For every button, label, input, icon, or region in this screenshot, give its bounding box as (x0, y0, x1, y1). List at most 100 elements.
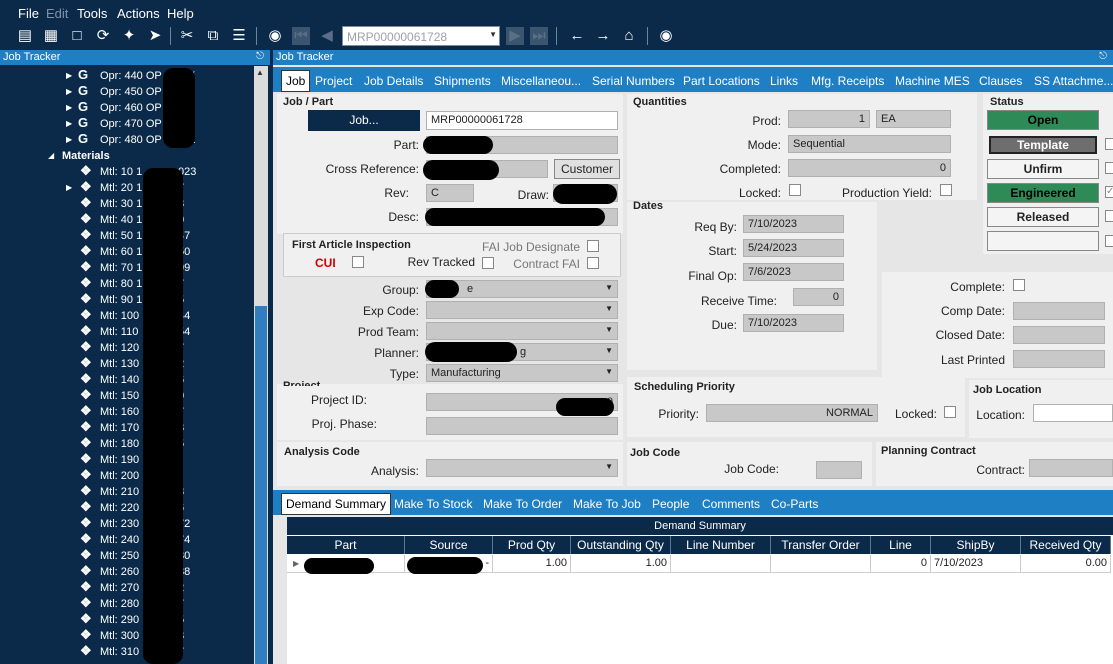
tree-material-item[interactable]: ❖ Mtl: 100 44 (0, 308, 252, 324)
expand-arrow-icon[interactable]: ▶ (66, 183, 72, 192)
new-icon[interactable]: □ (68, 27, 86, 45)
tab-job[interactable]: Job (281, 70, 311, 92)
tab-make-to-job[interactable]: Make To Job (573, 497, 641, 511)
priority-field[interactable]: NORMAL (706, 404, 878, 422)
tree-material-item[interactable]: ❖ Mtl: 60 1 50 (0, 244, 252, 260)
last-record-icon[interactable]: ⏭ (530, 27, 548, 45)
tab-make-to-stock[interactable]: Make To Stock (394, 497, 472, 511)
tab-links[interactable]: Links (770, 74, 798, 88)
complete-checkbox[interactable] (1013, 279, 1025, 291)
job-number-field[interactable]: MRP00000061728 (426, 111, 618, 130)
previous-record-icon[interactable]: ◀ (318, 27, 336, 45)
pin-icon[interactable]: ⎋ (256, 51, 264, 62)
tree-material-item[interactable]: ❖Mtl: 1607 (0, 404, 252, 420)
contract-field[interactable] (1029, 459, 1113, 477)
tree-material-item[interactable]: ❖Mtl: 1805 (0, 436, 252, 452)
analysis-select[interactable]: ▼ (426, 459, 618, 477)
search-icon[interactable]: ◉ (266, 27, 284, 45)
menu-tools[interactable]: Tools (77, 6, 107, 21)
uom-field[interactable]: EA (876, 110, 951, 128)
tab-demand-summary[interactable]: Demand Summary (281, 493, 392, 515)
tree-material-item[interactable]: ❖Mtl: 280 17 (0, 596, 252, 612)
save-icon[interactable]: ➤ (146, 27, 164, 45)
column-header[interactable]: ShipBy (931, 536, 1021, 554)
column-header[interactable]: Source (405, 536, 493, 554)
grid-icon[interactable]: ▦ (42, 27, 60, 45)
tab-serial-numbers[interactable]: Serial Numbers (592, 74, 675, 88)
column-header[interactable]: Transfer Order (771, 536, 871, 554)
type-select[interactable]: Manufacturing ▼ (426, 364, 618, 382)
mode-field[interactable]: Sequential (788, 135, 951, 153)
table-cell-received-qty[interactable]: 0.00 (1021, 555, 1111, 573)
tree-material-item[interactable]: ❖ Mtl: 200 1 (0, 468, 252, 484)
tree-material-item[interactable]: ❖ Mtl: 190 1 (0, 452, 252, 468)
tree-material-item[interactable]: ❖Mtl: 270 12 (0, 580, 252, 596)
status-blank-checkbox[interactable] (1105, 235, 1113, 247)
tree-material-item[interactable]: ❖Mtl: 80 17 (0, 276, 252, 292)
template-checkbox[interactable] (1105, 138, 1113, 150)
due-field[interactable]: 7/10/2023 (743, 314, 844, 332)
expand-arrow-icon[interactable]: ▶ (66, 135, 72, 144)
column-header[interactable]: Prod Qty (493, 536, 571, 554)
expand-arrow-icon[interactable]: ▶ (66, 103, 72, 112)
tree-operation-item[interactable]: ▶ G Opr: 450 OP (0, 84, 252, 100)
back-icon[interactable]: ← (568, 27, 586, 45)
released-checkbox[interactable] (1105, 210, 1113, 222)
contract-fai-checkbox[interactable] (587, 257, 599, 269)
tree-material-item[interactable]: ❖Mtl: 290 15 (0, 612, 252, 628)
tree-material-item[interactable]: ▶❖Mtl: 20 17 (0, 180, 252, 196)
tree-material-item[interactable]: ❖ Mtl: 240 1 74 (0, 532, 252, 548)
scroll-up-icon[interactable]: ▲ (256, 68, 264, 77)
tree-material-item[interactable]: ❖Mtl: 30 13 (0, 196, 252, 212)
proj-phase-field[interactable] (426, 417, 618, 435)
demand-summary-grid[interactable]: Demand Summary Part Source Prod Qty Outstan… (287, 517, 1113, 664)
clear-icon[interactable]: ✦ (120, 27, 138, 45)
status-blank-button[interactable] (987, 231, 1099, 251)
next-record-icon[interactable]: ▶ (506, 27, 524, 45)
tree-operation-item[interactable]: ▶GOpr: 440 OPK (0, 68, 252, 84)
run-icon[interactable]: ◉ (657, 27, 675, 45)
scrollbar-thumb[interactable] (255, 306, 267, 664)
tree-material-item[interactable]: ❖Mtl: 40 10 (0, 212, 252, 228)
tree-material-item[interactable]: ❖ Mtl: 50 1 47 (0, 228, 252, 244)
menu-help[interactable]: Help (167, 6, 194, 21)
key-field-combo[interactable]: MRP00000061728 ▼ (342, 26, 500, 46)
tree-scrollbar[interactable]: ▲ (254, 66, 268, 664)
tree-material-item[interactable]: ❖Mtl: 1302 (0, 356, 252, 372)
start-field[interactable]: 5/24/2023 (743, 239, 844, 257)
tree-material-item[interactable]: ❖Mtl: 1500 (0, 388, 252, 404)
tree-material-item[interactable]: ❖ Mtl: 110 54 (0, 324, 252, 340)
tab-miscellaneou[interactable]: Miscellaneou... (501, 74, 581, 88)
tab-co-parts[interactable]: Co-Parts (771, 497, 818, 511)
tab-make-to-order[interactable]: Make To Order (483, 497, 562, 511)
first-record-icon[interactable]: ⏮ (292, 27, 310, 45)
engineered-status[interactable]: Engineered (987, 183, 1099, 203)
unfirm-checkbox[interactable] (1105, 162, 1113, 174)
menu-edit[interactable]: Edit (46, 6, 68, 21)
job-code-field[interactable] (816, 461, 862, 479)
table-cell-line-number[interactable] (671, 555, 771, 573)
menu-actions[interactable]: Actions (117, 6, 160, 21)
tree-operation-item[interactable]: ▶GOpr: 470 OPK (0, 116, 252, 132)
row-selector-icon[interactable]: ▶ (293, 559, 299, 568)
tree-materials-node[interactable]: ◢ Materials (0, 148, 252, 164)
home-icon[interactable]: ⌂ (620, 27, 638, 45)
column-header[interactable]: Part (287, 536, 405, 554)
tab-people[interactable]: People (652, 497, 689, 511)
tree-material-item[interactable]: ❖Mtl: 220 16 (0, 500, 252, 516)
table-cell-prod-qty[interactable]: 1.00 (493, 555, 571, 573)
tree-material-item[interactable]: ❖Mtl: 1207 (0, 340, 252, 356)
column-header[interactable]: Line (871, 536, 931, 554)
prod-qty-field[interactable]: 1 (788, 110, 870, 128)
rev-field[interactable]: C (426, 184, 474, 202)
exp-code-select[interactable]: ▼ (426, 301, 618, 319)
book-icon[interactable]: ▤ (16, 27, 34, 45)
paste-icon[interactable]: ☰ (230, 27, 248, 45)
tab-part-locations[interactable]: Part Locations (683, 74, 760, 88)
table-cell-transfer-order[interactable] (771, 555, 871, 573)
tab-machine-mes[interactable]: Machine MES (895, 74, 970, 88)
collapse-arrow-icon[interactable]: ◢ (48, 151, 54, 160)
tree-material-item[interactable]: ❖ Mtl: 250 1 30 (0, 548, 252, 564)
menu-file[interactable]: File (18, 6, 39, 21)
open-status[interactable]: Open (987, 110, 1099, 130)
